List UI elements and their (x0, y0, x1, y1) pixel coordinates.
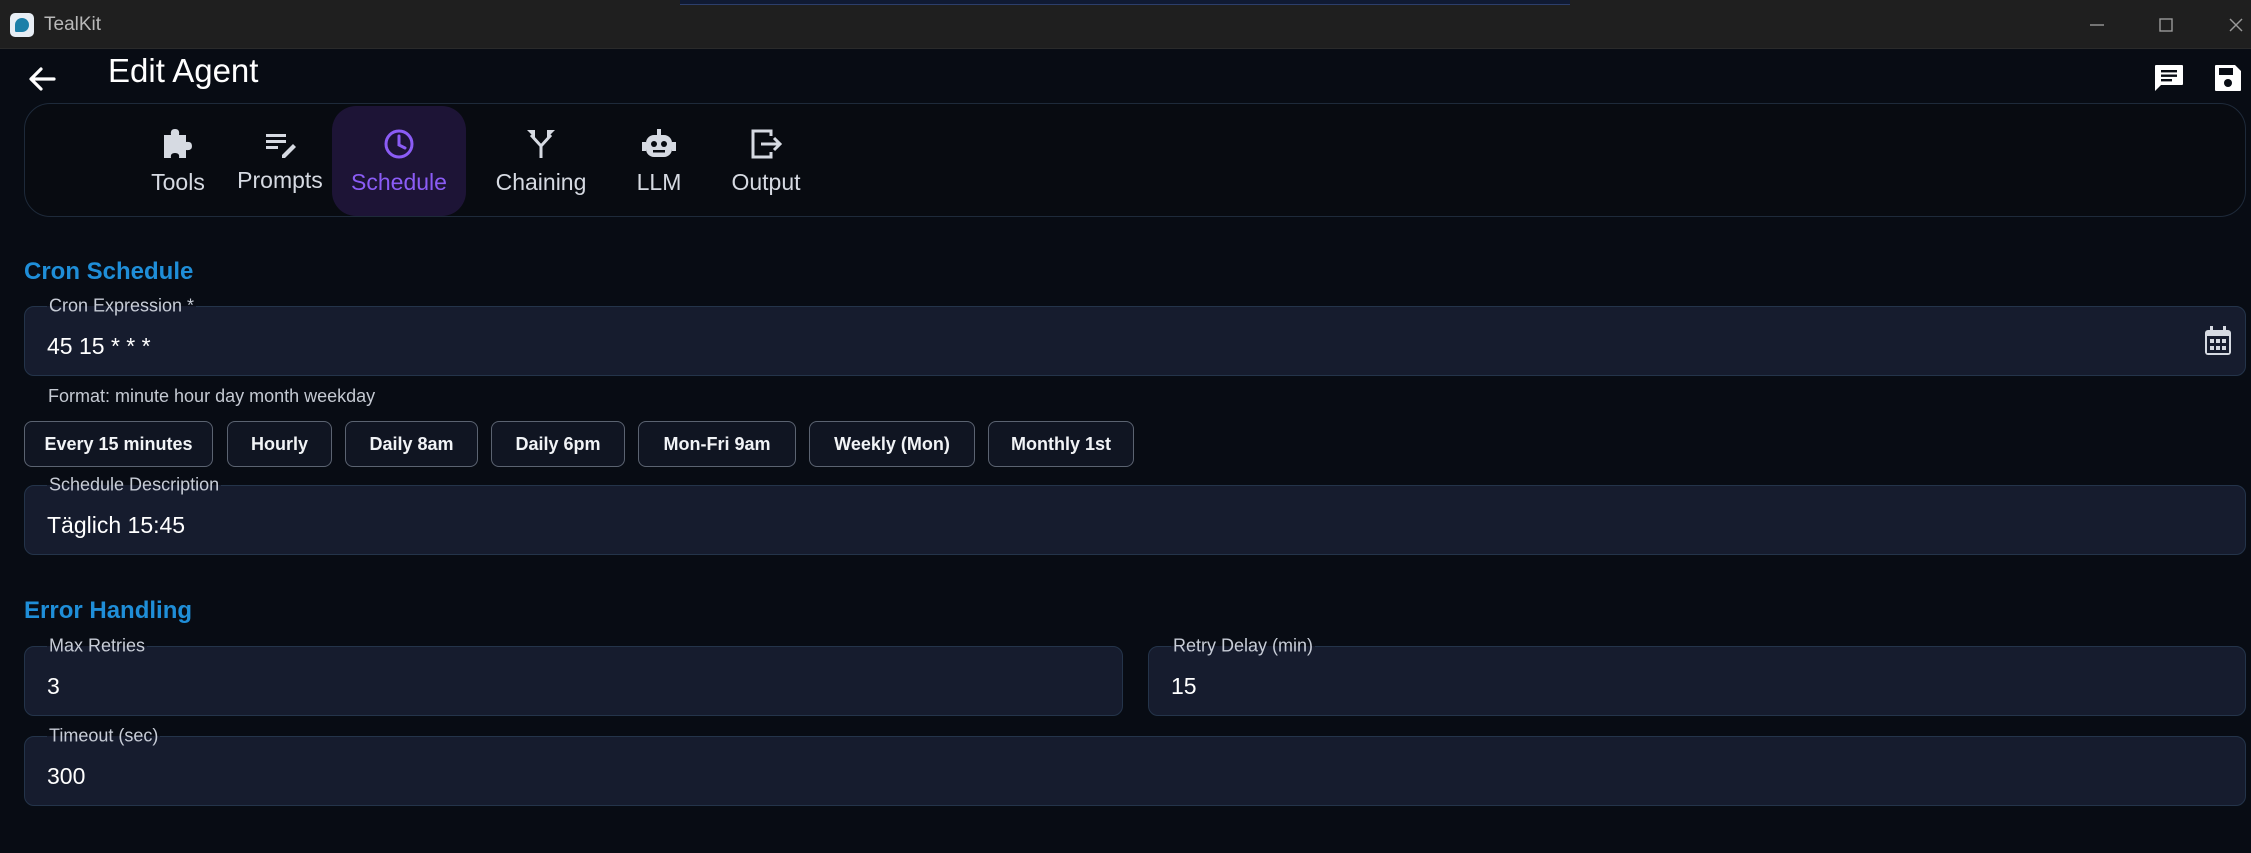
preset-hourly[interactable]: Hourly (227, 421, 332, 467)
retry-delay-field[interactable]: Retry Delay (min) 15 (1148, 635, 2246, 716)
retry-delay-value: 15 (1171, 673, 1197, 699)
merge-icon (527, 129, 555, 158)
window-titlebar: TealKit (0, 0, 2251, 49)
tab-prompts-label: Prompts (237, 166, 323, 193)
minimize-button[interactable] (2077, 10, 2117, 40)
calendar-button[interactable] (2203, 325, 2233, 362)
maximize-button[interactable] (2146, 10, 2186, 40)
timeout-value: 300 (47, 763, 86, 789)
schedule-description-label: Schedule Description (47, 474, 222, 496)
retry-delay-label: Retry Delay (min) (1171, 635, 1316, 657)
cron-expression-label: Cron Expression * (47, 295, 197, 317)
timeout-label: Timeout (sec) (47, 725, 161, 747)
tab-bar: Tools Prompts Schedule Chaining LLM Outp… (24, 103, 2246, 217)
maximize-icon (2159, 18, 2173, 32)
max-retries-field[interactable]: Max Retries 3 (24, 635, 1123, 716)
app-title: TealKit (44, 14, 102, 35)
cron-format-helper: Format: minute hour day month weekday (48, 386, 376, 406)
tab-schedule-label: Schedule (351, 168, 447, 195)
close-window-button[interactable] (2216, 10, 2251, 40)
save-button[interactable] (2208, 60, 2248, 96)
schedule-description-field[interactable]: Schedule Description Täglich 15:45 (24, 474, 2246, 555)
cron-section-title: Cron Schedule (24, 258, 194, 285)
taskbar-strip (680, 0, 1570, 5)
clock-icon (384, 129, 414, 158)
max-retries-label: Max Retries (47, 635, 148, 657)
robot-icon (642, 128, 676, 157)
preset-daily-6pm[interactable]: Daily 6pm (491, 421, 625, 467)
tab-schedule[interactable]: Schedule (332, 106, 466, 216)
schedule-description-value: Täglich 15:45 (47, 512, 186, 538)
minimize-icon (2090, 24, 2104, 26)
app-logo-icon (10, 13, 34, 37)
puzzle-icon (164, 128, 192, 158)
tab-chaining-label: Chaining (495, 168, 587, 195)
chat-icon (2155, 65, 2183, 91)
back-button[interactable] (22, 62, 62, 96)
tab-chaining[interactable]: Chaining (480, 106, 602, 216)
exit-icon (751, 129, 783, 158)
preset-daily-8am[interactable]: Daily 8am (345, 421, 478, 467)
preset-weekly-mon[interactable]: Weekly (Mon) (809, 421, 975, 467)
tab-tools-label: Tools (151, 168, 205, 195)
tab-output[interactable]: Output (711, 106, 821, 216)
error-handling-section-title: Error Handling (24, 597, 193, 624)
preset-monthly-1st[interactable]: Monthly 1st (988, 421, 1134, 467)
calendar-icon (2205, 326, 2231, 355)
save-icon (2215, 65, 2241, 91)
cron-expression-value: 45 15 * * * (47, 333, 151, 359)
tab-llm[interactable]: LLM (619, 106, 699, 216)
cron-expression-field[interactable]: Cron Expression * 45 15 * * * (24, 295, 2246, 376)
arrow-left-icon (29, 67, 56, 91)
timeout-field[interactable]: Timeout (sec) 300 (24, 725, 2246, 806)
max-retries-value: 3 (47, 673, 60, 699)
tab-llm-label: LLM (636, 168, 682, 195)
tab-tools[interactable]: Tools (125, 106, 231, 216)
close-icon (2229, 18, 2243, 32)
tab-prompts[interactable]: Prompts (222, 106, 338, 216)
edit-note-icon (266, 133, 296, 158)
page-title: Edit Agent (108, 52, 259, 89)
chat-button[interactable] (2149, 60, 2189, 96)
preset-every-15-minutes[interactable]: Every 15 minutes (24, 421, 213, 467)
tab-output-label: Output (731, 168, 801, 195)
preset-mon-fri-9am[interactable]: Mon-Fri 9am (638, 421, 796, 467)
